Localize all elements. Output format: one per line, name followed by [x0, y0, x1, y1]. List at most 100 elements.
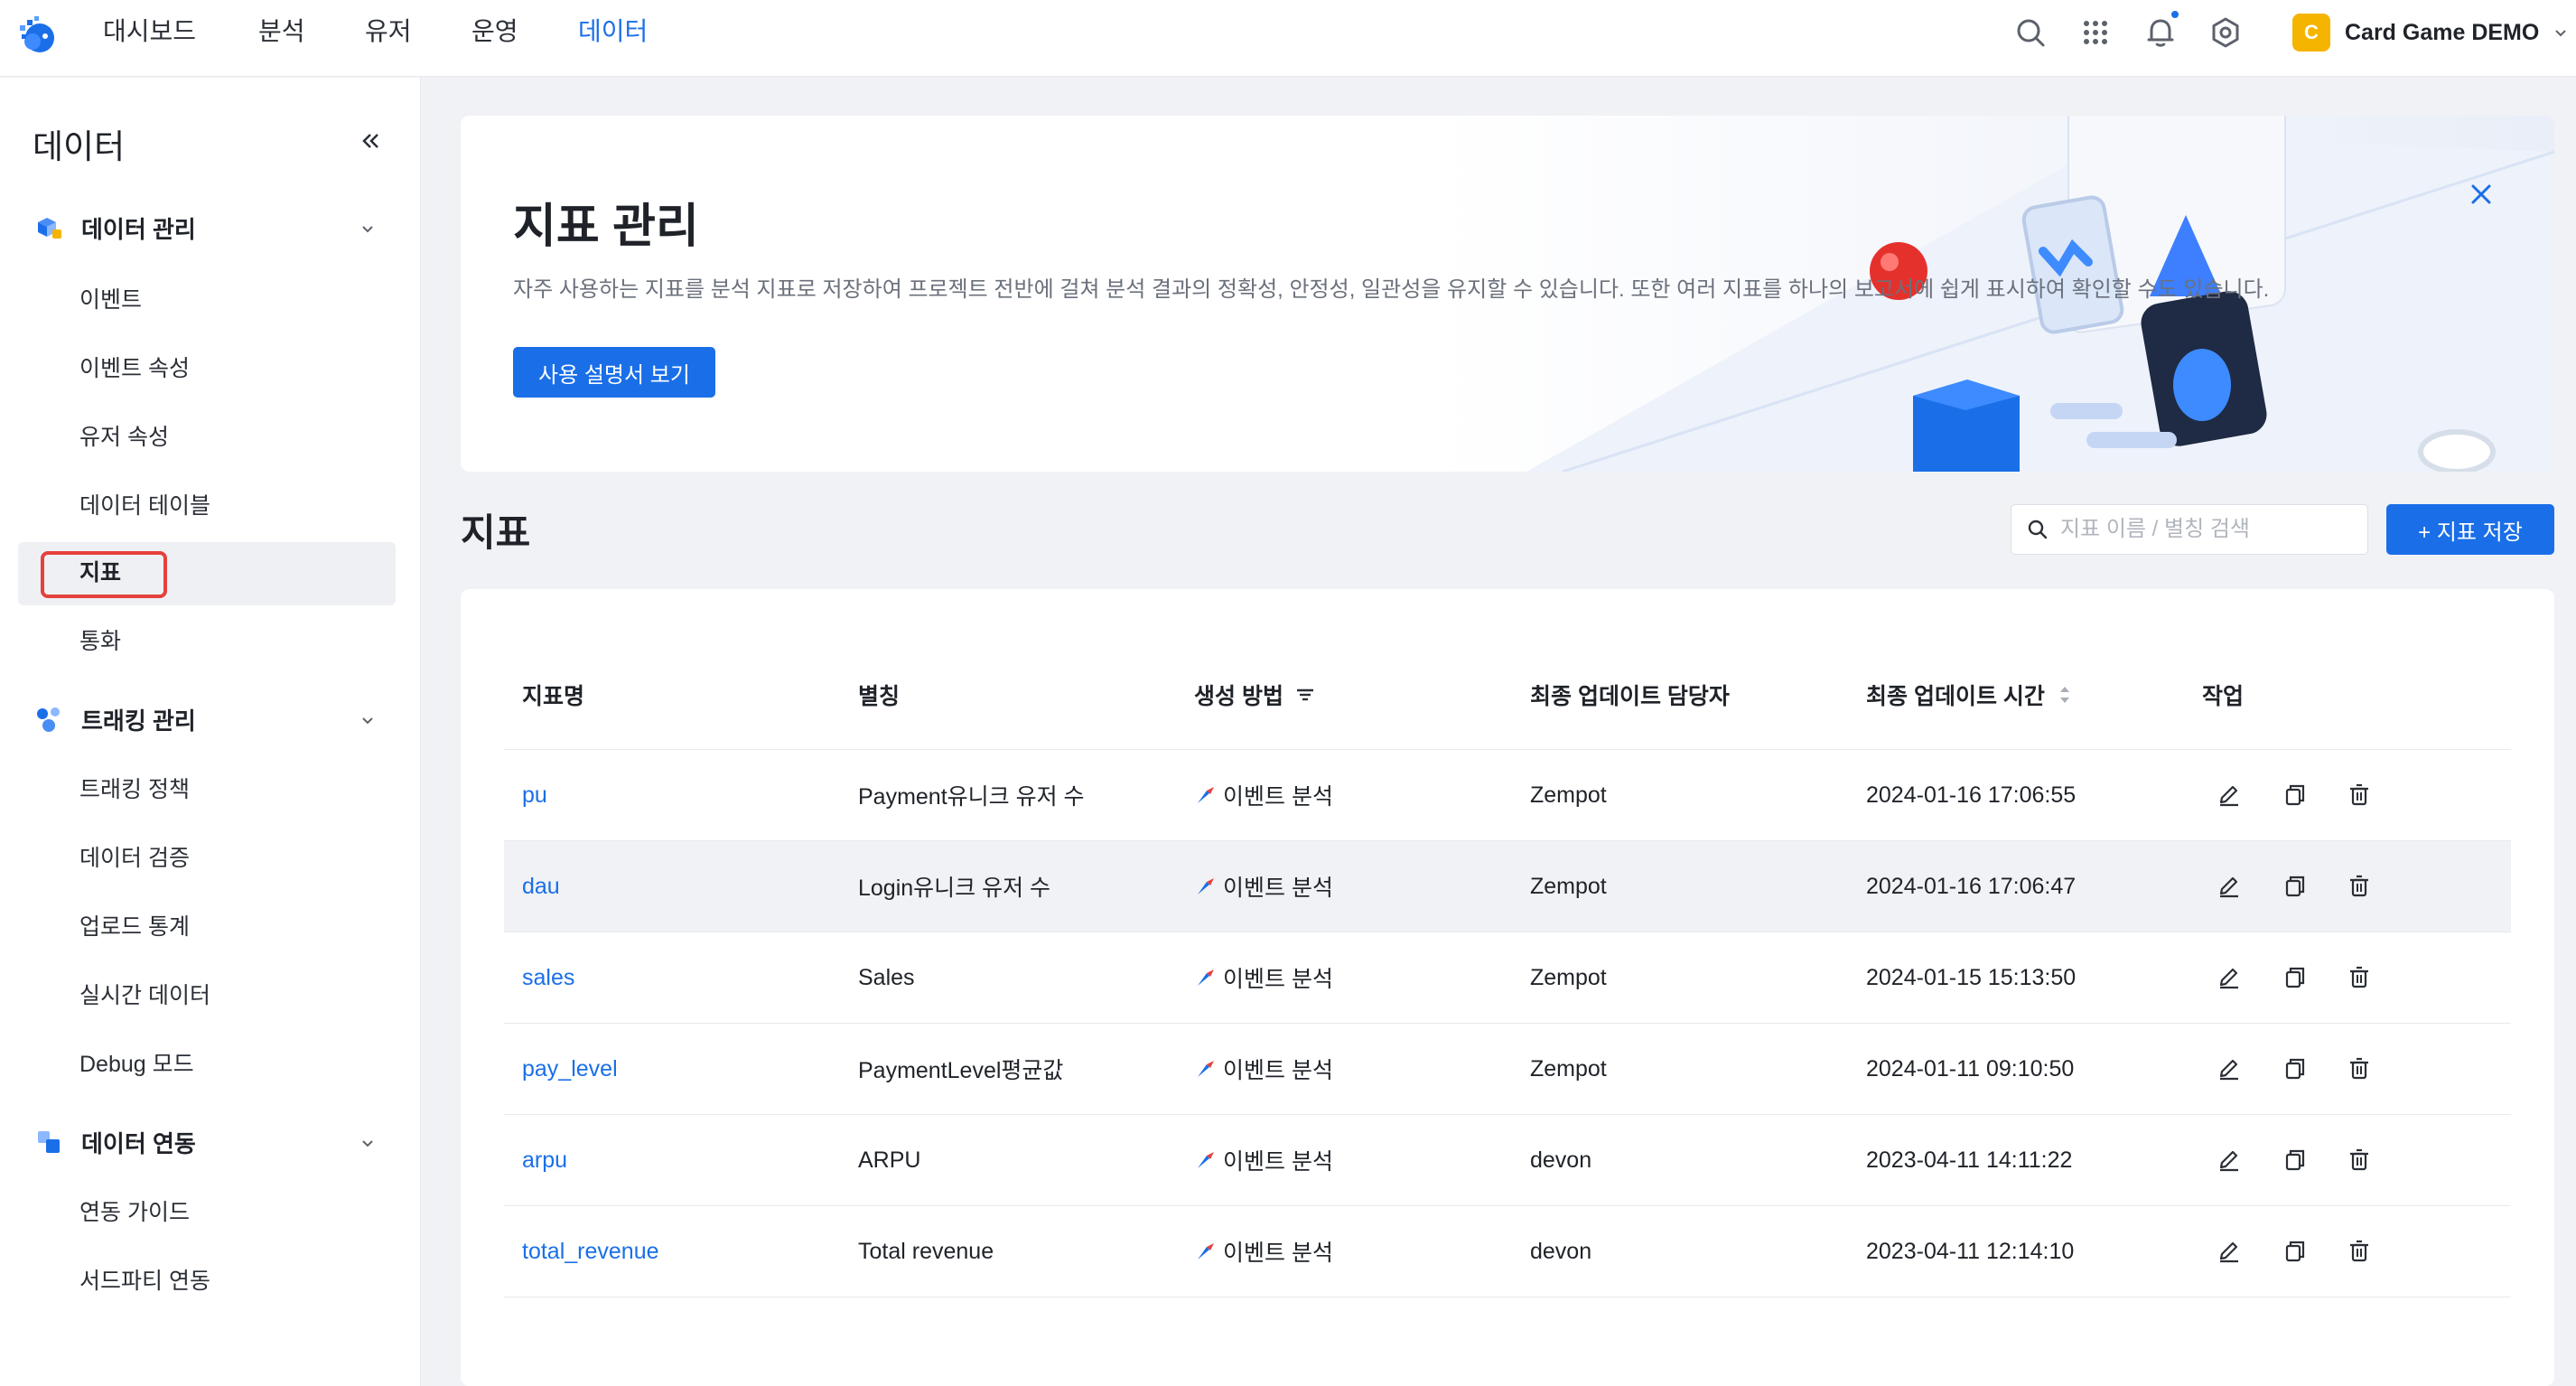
search-icon[interactable] — [2012, 14, 2049, 51]
sidebar-group-label: 트래킹 관리 — [81, 707, 196, 735]
column-header-alias: 별칭 — [858, 684, 901, 709]
metric-updated-time-text: 2023-04-11 14:11:22 — [1866, 1147, 2073, 1173]
table-row[interactable]: sales Sales 이벤트 분석 Zempot 2024-01-15 15:13:5… — [504, 932, 2511, 1024]
project-name: Card Game DEMO — [2345, 19, 2540, 45]
nav-data[interactable]: 데이터 — [578, 14, 648, 49]
metric-name-link[interactable]: dau — [522, 841, 560, 932]
delete-icon[interactable] — [2345, 872, 2374, 901]
metric-alias: ARPU — [858, 1115, 920, 1205]
metric-name-link-text: pay_level — [522, 1055, 618, 1082]
project-badge: C — [2292, 14, 2330, 52]
chevron-down-icon — [2555, 30, 2567, 37]
metric-updated-time: 2023-04-11 14:11:22 — [1866, 1115, 2072, 1205]
metric-updater: Zempot — [1530, 841, 1607, 932]
delete-icon[interactable] — [2345, 781, 2374, 810]
metric-updated-time-text: 2024-01-16 17:06:47 — [1866, 873, 2077, 899]
copy-icon[interactable] — [2280, 963, 2309, 992]
metric-alias-text: Login유니크 유저 수 — [858, 876, 1051, 901]
metric-name-link-text: sales — [522, 964, 575, 990]
edit-icon[interactable] — [2215, 1237, 2244, 1266]
metric-name-link-text: pu — [522, 782, 547, 808]
column-header-updated-time[interactable]: 최종 업데이트 시간 — [1866, 640, 2074, 750]
logo-icon[interactable] — [13, 11, 63, 61]
sidebar-item-user-properties[interactable]: 유저 속성 — [79, 421, 169, 454]
metric-alias-text: Sales — [858, 964, 915, 990]
copy-icon[interactable] — [2280, 1054, 2309, 1083]
metric-updater-text: devon — [1530, 1238, 1592, 1264]
sidebar-group-data-management[interactable]: 데이터 관리 — [33, 210, 394, 246]
table-row[interactable]: dau Login유니크 유저 수 이벤트 분석 Zempot 2024-01-16 1… — [504, 841, 2511, 932]
delete-icon[interactable] — [2345, 1054, 2374, 1083]
metric-name-link[interactable]: arpu — [522, 1115, 567, 1205]
delete-icon[interactable] — [2345, 963, 2374, 992]
table-row[interactable]: total_revenue Total revenue 이벤트 분석 devon 202… — [504, 1206, 2511, 1297]
nav-operations[interactable]: 운영 — [471, 14, 518, 49]
metric-updater: devon — [1530, 1115, 1591, 1205]
edit-icon[interactable] — [2215, 963, 2244, 992]
column-header-actions: 작업 — [2202, 684, 2245, 709]
table-row[interactable]: arpu ARPU 이벤트 분석 devon 2023-04-11 14:11:22 — [504, 1115, 2511, 1206]
copy-icon[interactable] — [2280, 1146, 2309, 1175]
copy-icon[interactable] — [2280, 781, 2309, 810]
edit-icon[interactable] — [2215, 1146, 2244, 1175]
metric-name-link[interactable]: pu — [522, 750, 547, 840]
nav-dashboard[interactable]: 대시보드 — [103, 14, 196, 49]
project-selector[interactable]: C Card Game DEMO — [2292, 13, 2570, 52]
settings-gear-icon[interactable] — [2207, 14, 2244, 51]
metric-updated-time: 2023-04-11 12:14:10 — [1866, 1206, 2074, 1297]
metric-alias-text: PaymentLevel평균값 — [858, 1058, 1064, 1083]
sidebar-item-event-properties[interactable]: 이벤트 속성 — [79, 352, 190, 385]
sort-icon[interactable] — [2056, 681, 2074, 708]
metric-updater-text: Zempot — [1530, 782, 1607, 808]
save-metric-button[interactable]: + 지표 저장 — [2386, 504, 2554, 555]
metric-name-link-text: arpu — [522, 1147, 568, 1173]
delete-icon[interactable] — [2345, 1146, 2374, 1175]
sidebar-item-realtime-data[interactable]: 실시간 데이터 — [79, 979, 210, 1012]
metric-updated-time-text: 2023-04-11 12:14:10 — [1866, 1238, 2075, 1264]
copy-icon[interactable] — [2280, 872, 2309, 901]
sidebar-item-metrics[interactable]: 지표 — [79, 557, 121, 589]
close-icon[interactable] — [2468, 181, 2495, 208]
metric-method-text: 이벤트 분석 — [1223, 1058, 1333, 1083]
user-guide-button[interactable]: 사용 설명서 보기 — [513, 347, 715, 398]
sidebar-item-debug-mode[interactable]: Debug 모드 — [79, 1048, 194, 1081]
metric-search-box[interactable] — [2011, 504, 2368, 555]
sidebar-item-events[interactable]: 이벤트 — [79, 284, 142, 316]
sidebar-item-data-tables[interactable]: 데이터 테이블 — [79, 490, 210, 522]
filter-icon[interactable] — [1294, 684, 1316, 706]
metric-alias-text: Total revenue — [858, 1238, 994, 1264]
nav-users[interactable]: 유저 — [365, 14, 412, 49]
event-analysis-icon — [1198, 1061, 1214, 1077]
event-analysis-icon — [1198, 878, 1214, 894]
notification-bell-icon[interactable] — [2142, 14, 2179, 51]
sidebar-group-tracking-management[interactable]: 트래킹 관리 — [33, 701, 394, 737]
sidebar-item-tracking-policy[interactable]: 트래킹 정책 — [79, 773, 190, 806]
metric-name-link[interactable]: total_revenue — [522, 1206, 659, 1297]
table-row[interactable]: pay_level PaymentLevel평균값 이벤트 분석 Zempot 2024… — [504, 1024, 2511, 1115]
edit-icon[interactable] — [2215, 1054, 2244, 1083]
apps-grid-icon[interactable] — [2077, 14, 2114, 51]
copy-icon[interactable] — [2280, 1237, 2309, 1266]
sidebar-item-upload-stats[interactable]: 업로드 통계 — [79, 911, 190, 943]
nav-analysis[interactable]: 분석 — [258, 14, 305, 49]
delete-icon[interactable] — [2345, 1237, 2374, 1266]
search-input[interactable] — [2060, 517, 2358, 542]
column-header-name: 지표명 — [522, 684, 585, 709]
column-header-method[interactable]: 생성 방법 — [1194, 640, 1316, 750]
sidebar-group-data-integration[interactable]: 데이터 연동 — [33, 1124, 394, 1160]
sidebar-item-currency[interactable]: 통화 — [79, 625, 121, 658]
sidebar-title: 데이터 — [33, 128, 126, 165]
sidebar-item-integration-guide[interactable]: 연동 가이드 — [79, 1196, 190, 1229]
metric-alias: Login유니크 유저 수 — [858, 841, 1050, 932]
chevron-down-icon — [362, 1140, 373, 1147]
edit-icon[interactable] — [2215, 781, 2244, 810]
collapse-sidebar-icon[interactable] — [358, 128, 383, 154]
sidebar-item-third-party[interactable]: 서드파티 연동 — [79, 1265, 210, 1297]
metric-updated-time: 2024-01-16 17:06:55 — [1866, 750, 2076, 840]
metric-name-link[interactable]: sales — [522, 932, 574, 1023]
sidebar-item-data-validation[interactable]: 데이터 검증 — [79, 842, 190, 875]
metric-updater-text: Zempot — [1530, 964, 1607, 990]
table-row[interactable]: pu Payment유니크 유저 수 이벤트 분석 Zempot 2024-01-16 … — [504, 750, 2511, 841]
edit-icon[interactable] — [2215, 872, 2244, 901]
metric-name-link[interactable]: pay_level — [522, 1024, 618, 1114]
